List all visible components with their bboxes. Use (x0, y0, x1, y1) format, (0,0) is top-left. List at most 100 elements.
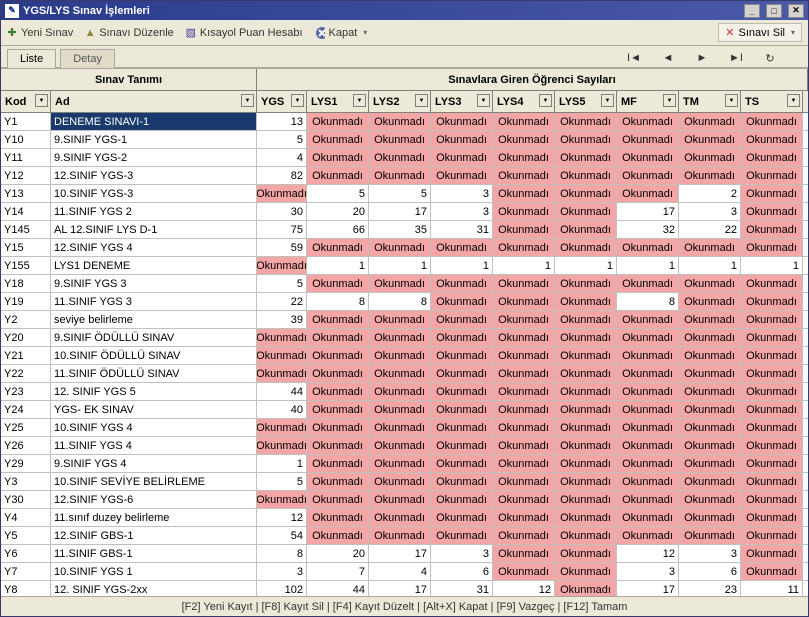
table-row[interactable]: Y1DENEME SINAVI-113OkunmadıOkunmadıOkunm… (1, 113, 808, 131)
filter-icon[interactable]: ▼ (291, 94, 304, 107)
table-row[interactable]: Y710.SINIF YGS 13746OkunmadıOkunmadı36Ok… (1, 563, 808, 581)
cell-val: Okunmadı (555, 455, 617, 472)
filter-icon[interactable]: ▼ (353, 94, 366, 107)
grid-body[interactable]: Y1DENEME SINAVI-113OkunmadıOkunmadıOkunm… (1, 113, 808, 596)
col-lys2[interactable]: LYS2▼ (369, 91, 431, 112)
cell-kod: Y18 (1, 275, 51, 292)
table-row[interactable]: Y2seviye belirleme39OkunmadıOkunmadıOkun… (1, 311, 808, 329)
table-row[interactable]: Y512.SINIF GBS-154OkunmadıOkunmadıOkunma… (1, 527, 808, 545)
nav-last-button[interactable]: ►I (724, 49, 748, 67)
cell-val: Okunmadı (617, 473, 679, 490)
filter-icon[interactable]: ▼ (35, 94, 48, 107)
table-row[interactable]: Y1310.SINIF YGS-3Okunmadı553OkunmadıOkun… (1, 185, 808, 203)
filter-icon[interactable]: ▼ (241, 94, 254, 107)
nav-prev-button[interactable]: ◄ (656, 49, 680, 67)
table-row[interactable]: Y155LYS1 DENEMEOkunmadı11111111 (1, 257, 808, 275)
filter-icon[interactable]: ▼ (725, 94, 738, 107)
col-ts[interactable]: TS▼ (741, 91, 803, 112)
cell-val: Okunmadı (555, 149, 617, 166)
table-row[interactable]: Y3012.SINIF YGS-6OkunmadıOkunmadıOkunmad… (1, 491, 808, 509)
cell-val: 5 (369, 185, 431, 202)
cell-val: 17 (369, 581, 431, 596)
table-row[interactable]: Y299.SINIF YGS 41OkunmadıOkunmadıOkunmad… (1, 455, 808, 473)
table-row[interactable]: Y1512.SINIF YGS 459OkunmadıOkunmadıOkunm… (1, 239, 808, 257)
table-row[interactable]: Y812. SINIF YGS-2xx10244173112Okunmadı17… (1, 581, 808, 596)
table-row[interactable]: Y24YGS- EK SINAV40OkunmadıOkunmadıOkunma… (1, 401, 808, 419)
new-exam-button[interactable]: ✚ Yeni Sınav (7, 27, 73, 39)
cell-val: Okunmadı (369, 509, 431, 526)
cell-val: Okunmadı (555, 329, 617, 346)
cell-val: Okunmadı (741, 401, 803, 418)
cell-val: Okunmadı (555, 293, 617, 310)
cell-kod: Y20 (1, 329, 51, 346)
cell-val: Okunmadı (307, 329, 369, 346)
tab-liste[interactable]: Liste (7, 49, 56, 68)
col-ygs[interactable]: YGS▼ (257, 91, 307, 112)
minimize-button[interactable]: _ (744, 4, 760, 18)
table-row[interactable]: Y145AL 12.SINIF LYS D-175663531OkunmadıO… (1, 221, 808, 239)
cell-ad: LYS1 DENEME (51, 257, 257, 274)
cell-val: 31 (431, 221, 493, 238)
filter-icon[interactable]: ▼ (415, 94, 428, 107)
cell-kod: Y26 (1, 437, 51, 454)
cell-kod: Y23 (1, 383, 51, 400)
table-row[interactable]: Y411.sınıf duzey belirleme12OkunmadıOkun… (1, 509, 808, 527)
table-row[interactable]: Y1212.SINIF YGS-382OkunmadıOkunmadıOkunm… (1, 167, 808, 185)
cell-val: Okunmadı (307, 419, 369, 436)
table-row[interactable]: Y2211.SINIF ÖDÜLLÜ SINAVOkunmadıOkunmadı… (1, 365, 808, 383)
cell-val: Okunmadı (369, 491, 431, 508)
col-ad[interactable]: Ad▼ (51, 91, 257, 112)
col-lys4[interactable]: LYS4▼ (493, 91, 555, 112)
cell-kod: Y6 (1, 545, 51, 562)
cell-val: Okunmadı (431, 401, 493, 418)
group-header-left: Sınav Tanımı (1, 69, 257, 90)
close-action-button[interactable]: Kapat ▾ (315, 27, 368, 39)
col-lys5[interactable]: LYS5▼ (555, 91, 617, 112)
cell-val: Okunmadı (307, 491, 369, 508)
cell-kod: Y2 (1, 311, 51, 328)
cell-val: Okunmadı (493, 509, 555, 526)
cell-ad: 9.SINIF YGS-2 (51, 149, 257, 166)
col-mf[interactable]: MF▼ (617, 91, 679, 112)
close-button[interactable]: ✕ (788, 4, 804, 18)
status-text: [F2] Yeni Kayıt | [F8] Kayıt Sil | [F4] … (182, 601, 628, 613)
table-row[interactable]: Y209.SINIF ÖDÜLLÜ SINAVOkunmadıOkunmadıO… (1, 329, 808, 347)
nav-next-button[interactable]: ► (690, 49, 714, 67)
cell-val: Okunmadı (617, 527, 679, 544)
table-row[interactable]: Y2312. SINIF YGS 544OkunmadıOkunmadıOkun… (1, 383, 808, 401)
table-row[interactable]: Y189.SINIF YGS 35OkunmadıOkunmadıOkunmad… (1, 275, 808, 293)
col-lys3[interactable]: LYS3▼ (431, 91, 493, 112)
table-row[interactable]: Y2611.SINIF YGS 4OkunmadıOkunmadıOkunmad… (1, 437, 808, 455)
filter-icon[interactable]: ▼ (663, 94, 676, 107)
table-row[interactable]: Y2510.SINIF YGS 4OkunmadıOkunmadıOkunmad… (1, 419, 808, 437)
col-tm[interactable]: TM▼ (679, 91, 741, 112)
delete-exam-button[interactable]: ✕ Sınavı Sil ▾ (718, 23, 802, 42)
tab-detay[interactable]: Detay (60, 49, 115, 68)
shortcut-score-button[interactable]: ▧ Kısayol Puan Hesabı (186, 27, 303, 39)
col-kod[interactable]: Kod▼ (1, 91, 51, 112)
table-row[interactable]: Y1911.SINIF YGS 32288OkunmadıOkunmadıOku… (1, 293, 808, 311)
cell-val: Okunmadı (741, 221, 803, 238)
cell-val: 4 (369, 563, 431, 580)
maximize-button[interactable]: □ (766, 4, 782, 18)
table-row[interactable]: Y1411.SINIF YGS 23020173OkunmadıOkunmadı… (1, 203, 808, 221)
filter-icon[interactable]: ▼ (601, 94, 614, 107)
filter-icon[interactable]: ▼ (477, 94, 490, 107)
cell-val: 1 (431, 257, 493, 274)
table-row[interactable]: Y119.SINIF YGS-24OkunmadıOkunmadıOkunmad… (1, 149, 808, 167)
edit-exam-button[interactable]: ▲ Sınavı Düzenle (85, 27, 174, 39)
table-row[interactable]: Y109.SINIF YGS-15OkunmadıOkunmadıOkunmad… (1, 131, 808, 149)
cell-val: 3 (431, 203, 493, 220)
filter-icon[interactable]: ▼ (787, 94, 800, 107)
cell-val: Okunmadı (555, 167, 617, 184)
nav-first-button[interactable]: I◄ (622, 49, 646, 67)
col-lys1[interactable]: LYS1▼ (307, 91, 369, 112)
filter-icon[interactable]: ▼ (539, 94, 552, 107)
cell-ad: 12. SINIF YGS-2xx (51, 581, 257, 596)
circle-x-icon (315, 28, 325, 38)
table-row[interactable]: Y611.SINIF GBS-1820173OkunmadıOkunmadı12… (1, 545, 808, 563)
cell-val: Okunmadı (493, 491, 555, 508)
nav-refresh-button[interactable]: ↻ (758, 49, 782, 67)
table-row[interactable]: Y310.SINIF SEVİYE BELİRLEME5OkunmadıOkun… (1, 473, 808, 491)
table-row[interactable]: Y2110.SINIF ÖDÜLLÜ SINAVOkunmadıOkunmadı… (1, 347, 808, 365)
